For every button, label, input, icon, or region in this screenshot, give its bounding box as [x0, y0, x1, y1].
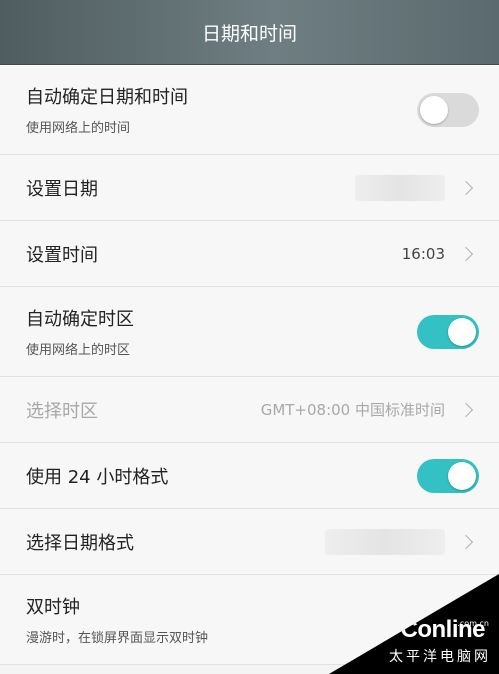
auto-datetime-label: 自动确定日期和时间 — [26, 87, 188, 108]
page-title: 日期和时间 — [201, 22, 297, 45]
date-format-value-blurred — [325, 528, 445, 555]
auto-datetime-row[interactable]: 自动确定日期和时间 使用网络上的时间 — [0, 65, 499, 155]
set-date-row[interactable]: 设置日期 — [0, 155, 499, 221]
select-timezone-value: GMT+08:00 中国标准时间 — [260, 401, 445, 419]
use-24-hour-label: 使用 24 小时格式 — [26, 466, 169, 488]
set-time-value: 16:03 — [401, 244, 445, 263]
date-format-label: 选择日期格式 — [26, 532, 134, 554]
auto-timezone-toggle[interactable] — [417, 314, 479, 349]
use-24-hour-toggle[interactable] — [417, 458, 479, 493]
dual-clock-label: 双时钟 — [26, 597, 80, 618]
date-format-row[interactable]: 选择日期格式 — [0, 509, 499, 575]
app-header: 日期和时间 — [0, 0, 499, 65]
chevron-right-icon — [458, 246, 474, 261]
toggle-knob — [448, 317, 476, 346]
use-24-hour-row[interactable]: 使用 24 小时格式 — [0, 443, 499, 509]
select-timezone-label: 选择时区 — [26, 400, 98, 422]
auto-datetime-subtitle: 使用网络上的时间 — [26, 121, 131, 136]
toggle-knob — [420, 95, 448, 124]
auto-timezone-row[interactable]: 自动确定时区 使用网络上的时区 — [0, 287, 499, 377]
chevron-right-icon — [458, 534, 474, 549]
auto-timezone-label: 自动确定时区 — [26, 309, 134, 330]
chevron-right-icon — [458, 180, 474, 195]
auto-datetime-toggle[interactable] — [417, 92, 479, 127]
set-date-value-blurred — [355, 174, 445, 201]
set-time-label: 设置时间 — [26, 244, 98, 266]
set-time-row[interactable]: 设置时间 16:03 — [0, 221, 499, 287]
settings-list: 自动确定日期和时间 使用网络上的时间 设置日期 设置时间 16:03 自动确定时… — [0, 65, 499, 665]
auto-timezone-subtitle: 使用网络上的时区 — [26, 343, 131, 358]
set-date-label: 设置日期 — [26, 178, 98, 200]
watermark-subtitle: 太平洋电脑网 — [389, 649, 491, 665]
toggle-knob — [448, 461, 476, 490]
chevron-right-icon — [458, 402, 474, 417]
select-timezone-row[interactable]: 选择时区 GMT+08:00 中国标准时间 — [0, 377, 499, 443]
